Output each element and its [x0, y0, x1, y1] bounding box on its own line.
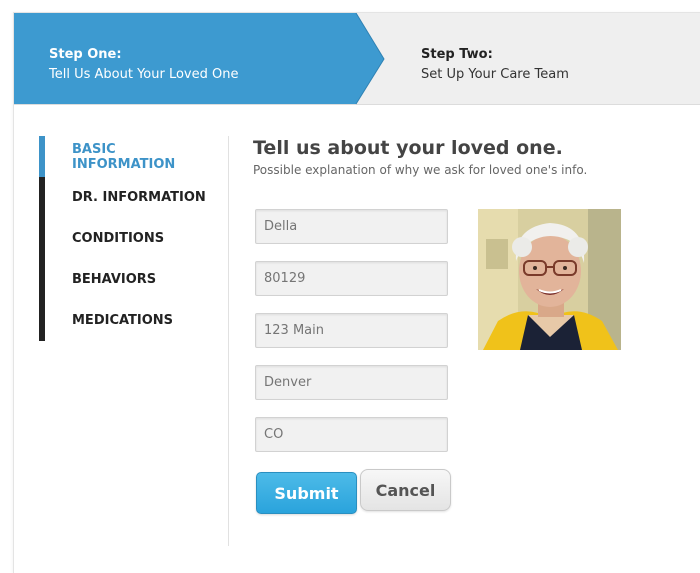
- sidebar-item-label: DR. INFORMATION: [72, 190, 206, 205]
- section-nav: BASIC INFORMATION DR. INFORMATION CONDIT…: [39, 136, 209, 341]
- sidebar-item-label: BEHAVIORS: [72, 272, 157, 287]
- sidebar-item-label: MEDICATIONS: [72, 313, 174, 328]
- step-two-subtitle: Set Up Your Care Team: [421, 67, 569, 82]
- sidebar-item-basic-information[interactable]: BASIC INFORMATION: [39, 136, 209, 177]
- step-one-subtitle: Tell Us About Your Loved One: [49, 67, 239, 82]
- sidebar-item-behaviors[interactable]: BEHAVIORS: [39, 259, 209, 300]
- sidebar-item-conditions[interactable]: CONDITIONS: [39, 218, 209, 259]
- city-field[interactable]: [255, 365, 448, 400]
- sidebar-item-medications[interactable]: MEDICATIONS: [39, 300, 209, 341]
- sidebar-item-label: BASIC INFORMATION: [72, 141, 176, 172]
- sidebar-item-label: CONDITIONS: [72, 231, 165, 246]
- step-two-title: Step Two:: [421, 47, 493, 62]
- wizard-panel: Step One: Tell Us About Your Loved One S…: [13, 12, 700, 573]
- page-subtitle: Possible explanation of why we ask for l…: [253, 163, 588, 177]
- street-address-field[interactable]: [255, 313, 448, 348]
- state-field[interactable]: [255, 417, 448, 452]
- step-progress-bar: Step One: Tell Us About Your Loved One S…: [14, 13, 700, 105]
- cancel-button[interactable]: Cancel: [360, 469, 451, 511]
- step-one[interactable]: Step One: Tell Us About Your Loved One: [14, 13, 385, 105]
- step-one-title: Step One:: [49, 47, 122, 62]
- submit-button[interactable]: Submit: [256, 472, 357, 514]
- loved-one-photo: [478, 209, 621, 350]
- sidebar-item-dr-information[interactable]: DR. INFORMATION: [39, 177, 209, 218]
- first-name-field[interactable]: [255, 209, 448, 244]
- zip-code-field[interactable]: [255, 261, 448, 296]
- page-title: Tell us about your loved one.: [253, 137, 563, 159]
- vertical-divider: [228, 136, 229, 546]
